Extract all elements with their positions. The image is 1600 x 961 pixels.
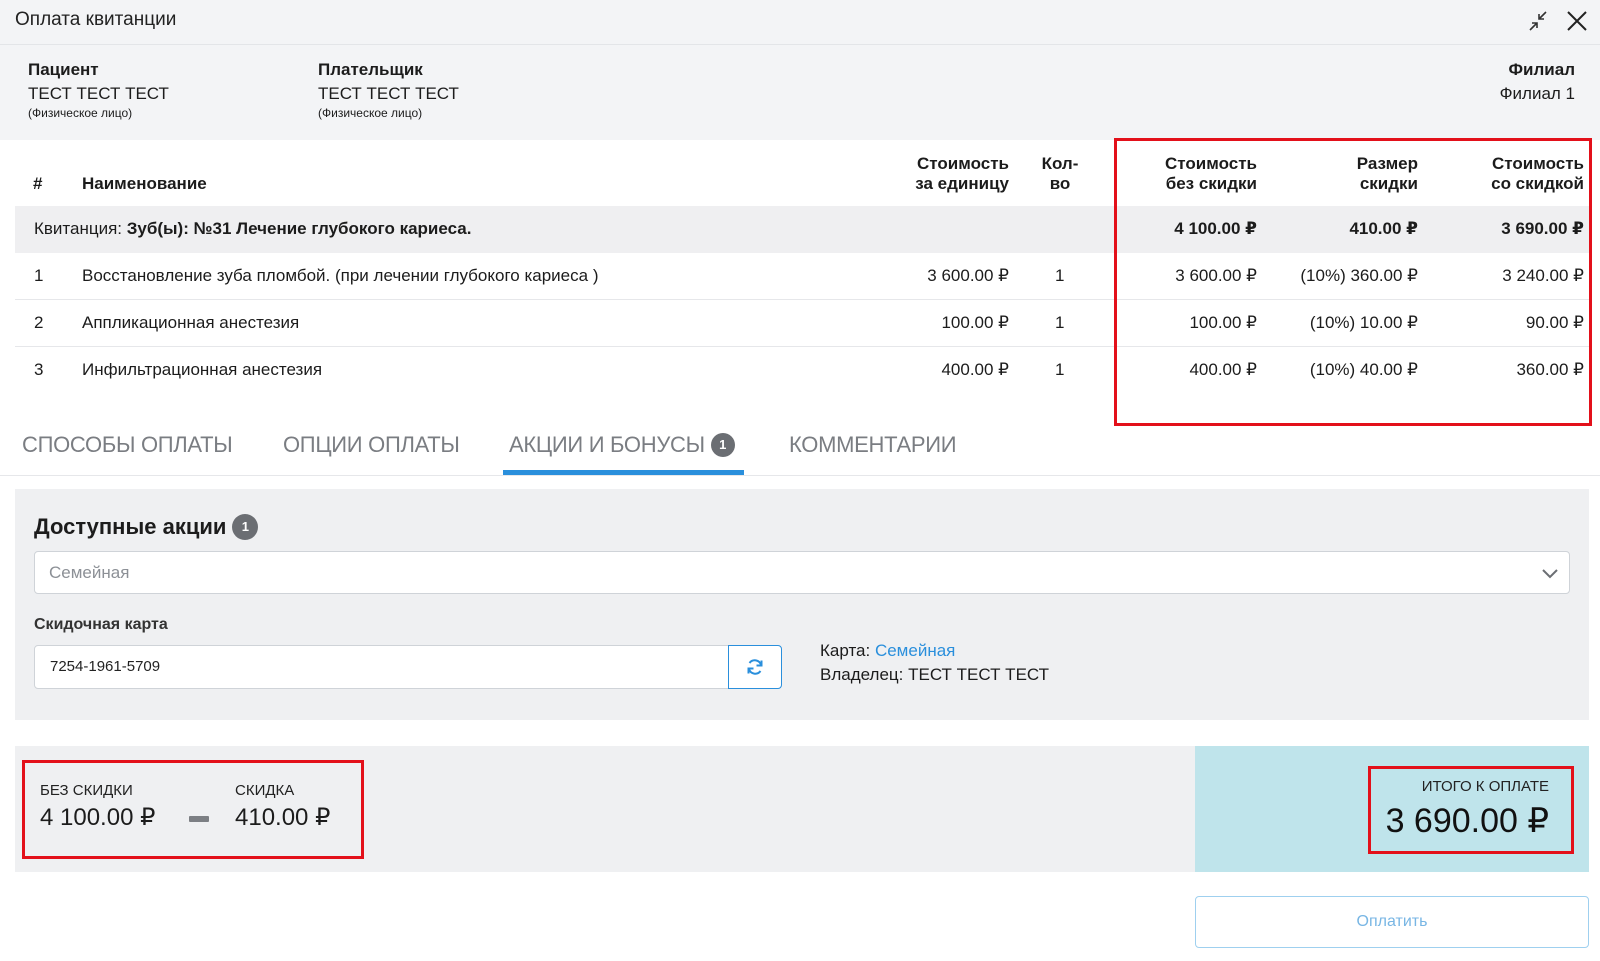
patient-label: Пациент: [28, 60, 99, 79]
card-info: Карта: Семейная Владелец: ТЕСТ ТЕСТ ТЕСТ: [820, 641, 1049, 684]
row-discount: (10%) 40.00 ₽: [1309, 360, 1418, 379]
table-row: 1 Восстановление зуба пломбой. (при лече…: [15, 253, 1589, 300]
row-with-discount: 3 240.00 ₽: [1502, 266, 1584, 285]
row-discount: (10%) 360.00 ₽: [1300, 266, 1418, 285]
group-no-discount: 4 100.00 ₽: [1174, 219, 1257, 238]
card-name-link[interactable]: Семейная: [875, 641, 955, 660]
group-with-discount: 3 690.00 ₽: [1501, 219, 1584, 238]
promotions-panel: Доступные акции 1 Семейная Скидочная карт…: [15, 489, 1589, 720]
tab-comments[interactable]: КОММЕНТАРИИ: [789, 432, 957, 458]
row-unit-price: 400.00 ₽: [941, 360, 1009, 379]
payer-block: Плательщик ТЕСТ ТЕСТ ТЕСТ (Физическое ли…: [318, 60, 459, 120]
services-table: # Наименование Стоимость за единицу Кол-в…: [15, 140, 1589, 394]
row-num: 2: [34, 313, 44, 332]
row-unit-price: 100.00 ₽: [941, 313, 1009, 332]
total-to-pay-box: ИТОГО К ОПЛАТЕ 3 690.00 ₽: [1195, 746, 1589, 872]
row-qty: 1: [1055, 360, 1065, 379]
minus-icon: [189, 816, 209, 822]
payer-label: Плательщик: [318, 60, 423, 79]
table-row: 3 Инфильтрационная анестезия 400.00 ₽ 1 …: [15, 347, 1589, 394]
patient-block: Пациент ТЕСТ ТЕСТ ТЕСТ (Физическое лицо): [28, 60, 169, 120]
col-name: Наименование: [82, 174, 207, 193]
dialog-title: Оплата квитанции: [15, 9, 177, 30]
promotions-title: Доступные акции 1: [34, 514, 259, 540]
promotion-select-value: Семейная: [49, 563, 130, 582]
total-to-pay: ИТОГО К ОПЛАТЕ 3 690.00 ₽: [1385, 778, 1549, 840]
active-tab-indicator: [503, 470, 744, 475]
chevron-down-icon: [1542, 569, 1558, 579]
tab-payment-methods[interactable]: СПОСОБЫ ОПЛАТЫ: [22, 432, 233, 458]
promotions-title-badge: 1: [232, 514, 259, 540]
table-row: 2 Аппликационная анестезия 100.00 ₽ 1 10…: [15, 300, 1589, 347]
group-discount: 410.00 ₽: [1349, 219, 1418, 238]
row-with-discount: 90.00 ₽: [1525, 313, 1584, 332]
row-name: Аппликационная анестезия: [82, 313, 300, 332]
row-unit-price: 3 600.00 ₽: [927, 266, 1009, 285]
branch-name: Филиал 1: [1499, 84, 1575, 103]
card-owner: ТЕСТ ТЕСТ ТЕСТ: [908, 665, 1049, 684]
tab-payment-options[interactable]: ОПЦИИ ОПЛАТЫ: [283, 432, 460, 458]
payer-type: (Физическое лицо): [318, 106, 423, 120]
col-no-discount: Стоимость без скидки: [1165, 154, 1257, 193]
promotion-select[interactable]: Семейная: [34, 551, 1570, 594]
group-title: Квитанция: Зуб(ы): №31 Лечение глубокого…: [34, 219, 472, 238]
payment-dialog: Оплата квитанции Пациент ТЕСТ ТЕСТ ТЕСТ …: [0, 0, 1600, 961]
tab-promotions-bonuses[interactable]: АКЦИИ И БОНУСЫ 1: [509, 432, 735, 458]
row-qty: 1: [1055, 266, 1065, 285]
row-qty: 1: [1055, 313, 1065, 332]
receipt-info: Пациент ТЕСТ ТЕСТ ТЕСТ (Физическое лицо)…: [0, 45, 1600, 140]
row-num: 3: [34, 360, 44, 379]
row-no-discount: 400.00 ₽: [1189, 360, 1257, 379]
collapse-icon[interactable]: [1526, 9, 1550, 33]
branch-label: Филиал: [1508, 60, 1575, 79]
refresh-card-button[interactable]: [728, 645, 782, 689]
discount-card-input[interactable]: 7254-1961-5709: [34, 645, 730, 689]
col-discount: Размер скидки: [1356, 154, 1418, 193]
tab-bar: СПОСОБЫ ОПЛАТЫ ОПЦИИ ОПЛАТЫ АКЦИИ И БОНУ…: [0, 420, 1600, 476]
close-icon[interactable]: [1565, 9, 1589, 33]
row-discount: (10%) 10.00 ₽: [1309, 313, 1418, 332]
receipt-group-row: Квитанция: Зуб(ы): №31 Лечение глубокого…: [15, 206, 1589, 253]
payer-name: ТЕСТ ТЕСТ ТЕСТ: [318, 84, 459, 103]
discount-card-label: Скидочная карта: [34, 616, 168, 633]
patient-name: ТЕСТ ТЕСТ ТЕСТ: [28, 84, 169, 103]
row-no-discount: 3 600.00 ₽: [1175, 266, 1257, 285]
promotions-count-badge: 1: [710, 433, 735, 457]
row-num: 1: [34, 266, 44, 285]
table-header: # Наименование Стоимость за единицу Кол-в…: [15, 140, 1589, 206]
totals-bar: БЕЗ СКИДКИ 4 100.00 ₽ СКИДКА 410.00 ₽ ИТ…: [15, 746, 1589, 872]
row-with-discount: 360.00 ₽: [1516, 360, 1584, 379]
total-without-discount: БЕЗ СКИДКИ 4 100.00 ₽: [40, 782, 156, 831]
row-name: Инфильтрационная анестезия: [82, 360, 323, 379]
col-qty: Кол-во: [1041, 154, 1079, 193]
col-with-discount: Стоимость со скидкой: [1491, 154, 1584, 193]
total-discount: СКИДКА 410.00 ₽: [235, 782, 331, 831]
patient-type: (Физическое лицо): [28, 106, 133, 120]
col-unit-price: Стоимость за единицу: [915, 154, 1009, 193]
title-bar: Оплата квитанции: [0, 0, 1600, 45]
row-name: Восстановление зуба пломбой. (при лечени…: [82, 266, 599, 285]
refresh-icon: [747, 659, 763, 675]
col-num: #: [33, 174, 43, 193]
branch-block: Филиал Филиал 1: [1500, 60, 1575, 104]
pay-button[interactable]: Оплатить: [1195, 896, 1589, 948]
row-no-discount: 100.00 ₽: [1189, 313, 1257, 332]
